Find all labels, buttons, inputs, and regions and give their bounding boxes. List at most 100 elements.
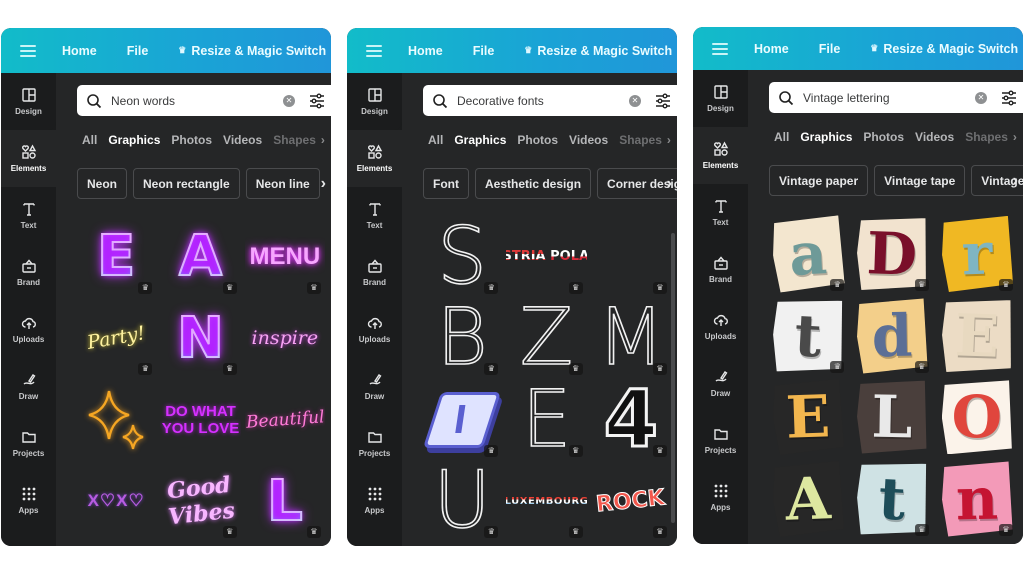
graphic-result-item[interactable]: X♡X♡ [76, 463, 156, 541]
clear-search-icon[interactable]: ✕ [283, 94, 295, 107]
rail-item-brand[interactable]: Brand [693, 241, 748, 298]
clear-search-icon[interactable]: ✕ [975, 91, 987, 104]
graphic-result-item[interactable]: D ♛ [852, 215, 932, 293]
suggestion-chip[interactable]: Font [423, 168, 469, 199]
rail-item-projects[interactable]: Projects [1, 415, 56, 472]
chips-next-chevron-icon[interactable]: › [1013, 165, 1018, 196]
tab-videos[interactable]: Videos [569, 133, 608, 147]
graphic-result-item[interactable]: AUSTRIA POLAND ♛ [506, 218, 587, 296]
rail-item-text[interactable]: Text [1, 187, 56, 244]
tab-shapes[interactable]: Shapes [619, 133, 662, 147]
hamburger-menu-icon[interactable] [20, 44, 36, 57]
graphic-result-item[interactable]: S ♛ [422, 218, 502, 296]
rail-item-design[interactable]: Design [693, 70, 748, 127]
tab-photos[interactable]: Photos [863, 130, 904, 144]
home-link[interactable]: Home [754, 42, 789, 56]
graphic-result-item[interactable]: E ♛ [506, 381, 586, 459]
resize-magic-switch-button[interactable]: ♛ Resize & Magic Switch [524, 44, 672, 58]
suggestion-chip[interactable]: Corner design [597, 168, 677, 199]
home-link[interactable]: Home [62, 44, 97, 58]
suggestion-chip[interactable]: Neon [77, 168, 127, 199]
suggestion-chip[interactable]: Vintage tape [874, 165, 966, 196]
filter-icon[interactable] [309, 93, 325, 109]
rail-item-uploads[interactable]: Uploads [347, 301, 402, 358]
graphic-result-item[interactable]: L [852, 379, 932, 457]
rail-item-text[interactable]: Text [693, 184, 748, 241]
rail-item-brand[interactable]: Brand [347, 244, 402, 301]
tab-shapes[interactable]: Shapes [965, 130, 1008, 144]
rail-item-draw[interactable]: Draw [693, 355, 748, 412]
tab-all[interactable]: All [82, 133, 97, 147]
graphic-result-item[interactable]: E [768, 379, 848, 457]
graphic-result-item[interactable]: r ♛ [937, 215, 1017, 293]
rail-item-uploads[interactable]: Uploads [693, 298, 748, 355]
home-link[interactable]: Home [408, 44, 443, 58]
tab-photos[interactable]: Photos [171, 133, 212, 147]
graphic-result-item[interactable]: A ♛ [160, 218, 240, 296]
hamburger-menu-icon[interactable] [712, 42, 728, 55]
graphic-result-item[interactable]: B ♛ [422, 300, 502, 377]
tabs-next-chevron-icon[interactable]: › [1013, 130, 1017, 144]
rail-item-projects[interactable]: Projects [693, 412, 748, 469]
graphic-result-item[interactable]: LUXEMBOURG ♛ [506, 463, 587, 541]
graphic-result-item[interactable]: Z ♛ [506, 300, 586, 377]
tab-graphics[interactable]: Graphics [108, 133, 160, 147]
suggestion-chip[interactable]: Neon rectangle [133, 168, 240, 199]
rail-item-projects[interactable]: Projects [347, 415, 402, 472]
file-menu[interactable]: File [127, 44, 149, 58]
file-menu[interactable]: File [819, 42, 841, 56]
rail-item-elements[interactable]: Elements [1, 130, 56, 187]
graphic-result-item[interactable]: A [768, 460, 848, 538]
graphic-result-item[interactable]: t ♛ [768, 297, 848, 375]
tabs-next-chevron-icon[interactable]: › [321, 133, 325, 147]
search-input[interactable]: Vintage lettering ✕ [769, 82, 1023, 113]
tab-graphics[interactable]: Graphics [454, 133, 506, 147]
graphic-result-item[interactable]: M ♛ [591, 300, 671, 377]
graphic-result-item[interactable]: O [937, 379, 1017, 457]
tab-videos[interactable]: Videos [915, 130, 954, 144]
search-input[interactable]: Neon words ✕ [77, 85, 331, 116]
rail-item-elements[interactable]: Elements [347, 130, 402, 187]
rail-item-draw[interactable]: Draw [347, 358, 402, 415]
filter-icon[interactable] [1001, 90, 1017, 106]
graphic-result-item[interactable]: U ♛ [422, 463, 502, 540]
graphic-result-item[interactable]: inspire [245, 300, 325, 378]
graphic-result-item[interactable]: ROCK ♛ [591, 463, 671, 541]
graphic-result-item[interactable]: ♛ [422, 381, 502, 459]
graphic-result-item[interactable]: n ♛ [937, 460, 1017, 538]
graphic-result-item[interactable]: MENU ♛ [245, 218, 325, 296]
rail-item-design[interactable]: Design [347, 73, 402, 130]
rail-item-text[interactable]: Text [347, 187, 402, 244]
clear-search-icon[interactable]: ✕ [629, 94, 641, 107]
graphic-result-item[interactable]: E [937, 297, 1017, 375]
rail-item-apps[interactable]: Apps [693, 469, 748, 526]
results-scrollbar[interactable] [671, 233, 675, 523]
suggestion-chip[interactable]: Vintage paper [769, 165, 869, 196]
suggestion-chip[interactable]: Aesthetic design [475, 168, 592, 199]
rail-item-apps[interactable]: Apps [1, 472, 56, 529]
graphic-result-item[interactable]: Party! ♛ [76, 300, 156, 378]
rail-item-brand[interactable]: Brand [1, 244, 56, 301]
rail-item-apps[interactable]: Apps [347, 472, 402, 529]
tabs-next-chevron-icon[interactable]: › [667, 133, 671, 147]
tab-shapes[interactable]: Shapes [273, 133, 316, 147]
graphic-result-item[interactable]: d ♛ [852, 297, 932, 375]
graphic-result-item[interactable]: DO WHAT YOU LOVE [160, 381, 240, 459]
tab-graphics[interactable]: Graphics [800, 130, 852, 144]
file-menu[interactable]: File [473, 44, 495, 58]
graphic-result-item[interactable]: Beautiful [245, 381, 325, 459]
rail-item-elements[interactable]: Elements [693, 127, 748, 184]
graphic-result-item[interactable]: t ♛ [852, 460, 932, 538]
graphic-result-item[interactable]: N ♛ [160, 300, 240, 378]
resize-magic-switch-button[interactable]: ♛ Resize & Magic Switch [870, 42, 1018, 56]
tab-all[interactable]: All [774, 130, 789, 144]
hamburger-menu-icon[interactable] [366, 44, 382, 57]
graphic-result-item[interactable]: ♛ [591, 218, 671, 296]
graphic-result-item[interactable]: 4 ♛ [591, 381, 671, 459]
graphic-result-item[interactable] [76, 381, 156, 459]
chips-next-chevron-icon[interactable]: › [321, 168, 326, 199]
rail-item-design[interactable]: Design [1, 73, 56, 130]
rail-item-uploads[interactable]: Uploads [1, 301, 56, 358]
resize-magic-switch-button[interactable]: ♛ Resize & Magic Switch [178, 44, 326, 58]
tab-all[interactable]: All [428, 133, 443, 147]
